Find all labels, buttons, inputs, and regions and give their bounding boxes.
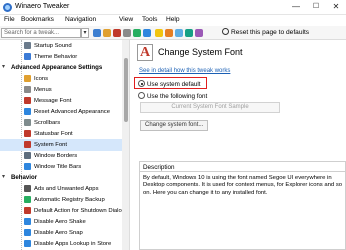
menu-bookmarks[interactable]: Bookmarks — [21, 16, 54, 23]
import-icon[interactable] — [175, 29, 183, 37]
menu-tools[interactable]: Tools — [142, 16, 157, 23]
detail-link[interactable]: See in detail how this tweak works — [139, 68, 230, 74]
menu-bar: File Bookmarks Navigation View Tools Hel… — [0, 15, 346, 26]
window-title: Winaero Tweaker — [15, 3, 70, 10]
tree-item-disable-apps-lookup-in-store[interactable]: Disable Apps Lookup in Store — [0, 238, 122, 250]
tweak-icon — [24, 119, 31, 126]
bookmark-icon[interactable] — [103, 29, 111, 37]
radio-use-system-default[interactable]: Use system default — [138, 80, 201, 88]
menu-help[interactable]: Help — [166, 16, 180, 23]
title-bar: Winaero Tweaker — ☐ ✕ — [0, 0, 346, 15]
tweak-icon — [24, 185, 31, 192]
share-icon[interactable] — [143, 29, 151, 37]
close-button[interactable]: ✕ — [326, 0, 346, 14]
tweak-icon — [24, 108, 31, 115]
search-input[interactable]: Search for a tweak... — [1, 28, 81, 38]
font-icon: A — [137, 44, 153, 61]
tweak-icon — [24, 86, 31, 93]
radio-checked-icon — [138, 80, 145, 87]
back-icon[interactable] — [93, 29, 101, 37]
tweak-icon — [24, 207, 31, 214]
app-icon — [3, 3, 12, 12]
expand-chevron-icon: ▾ — [2, 174, 6, 180]
radio-use-following-font[interactable]: Use the following font — [138, 92, 207, 100]
maximize-button[interactable]: ☐ — [306, 0, 326, 14]
tweak-tree[interactable]: Startup Sound Theme Behavior ▾ Advanced App… — [0, 40, 130, 250]
reset-page-label: Reset this page to defaults — [231, 29, 310, 36]
menu-file[interactable]: File — [4, 16, 15, 23]
tweak-icon — [24, 163, 31, 170]
expand-chevron-icon: ▾ — [2, 64, 6, 70]
page-title: Change System Font — [158, 47, 243, 57]
menu-view[interactable]: View — [119, 16, 133, 23]
tweak-icon — [24, 240, 31, 247]
tweak-icon — [24, 152, 31, 159]
description-divider — [140, 171, 345, 172]
radio-custom-label: Use the following font — [147, 93, 208, 100]
star-icon[interactable] — [113, 29, 121, 37]
reset-page-button[interactable]: Reset this page to defaults — [219, 27, 312, 39]
settings-icon[interactable] — [123, 29, 131, 37]
reset-icon — [222, 28, 229, 35]
tweak-icon — [24, 196, 31, 203]
description-text: By default, Windows 10 is using the font… — [143, 175, 343, 196]
tree-scrollbar-thumb[interactable] — [124, 58, 128, 122]
refresh-icon[interactable] — [133, 29, 141, 37]
minimize-button[interactable]: — — [286, 0, 306, 14]
tweak-icon — [24, 218, 31, 225]
description-box: Description By default, Windows 10 is us… — [139, 161, 346, 250]
export-icon[interactable] — [165, 29, 173, 37]
search-dropdown-icon[interactable]: ▾ — [81, 28, 89, 38]
info-icon[interactable] — [195, 29, 203, 37]
tweak-icon — [24, 42, 31, 49]
tweak-icon — [24, 75, 31, 82]
tree-scrollbar[interactable] — [122, 40, 129, 250]
tools-icon[interactable] — [185, 29, 193, 37]
tweak-icon — [24, 53, 31, 60]
tweak-pane: A Change System Font See in detail how t… — [131, 40, 346, 250]
tweak-icon — [24, 97, 31, 104]
coin-icon[interactable] — [155, 29, 163, 37]
menu-navigation[interactable]: Navigation — [65, 16, 96, 23]
tweak-icon — [24, 130, 31, 137]
tree-item-label: Disable Apps Lookup in Store — [34, 241, 112, 247]
tweak-icon — [24, 229, 31, 236]
change-system-font-button[interactable]: Change system font... — [140, 120, 209, 131]
font-sample-button[interactable]: Current System Font Sample — [140, 102, 280, 113]
tweak-icon — [24, 141, 31, 148]
radio-unchecked-icon — [138, 92, 145, 99]
toolbar: Search for a tweak... ▾ Reset this page … — [0, 26, 346, 40]
description-header: Description — [143, 164, 175, 171]
radio-default-label: Use system default — [147, 81, 201, 88]
